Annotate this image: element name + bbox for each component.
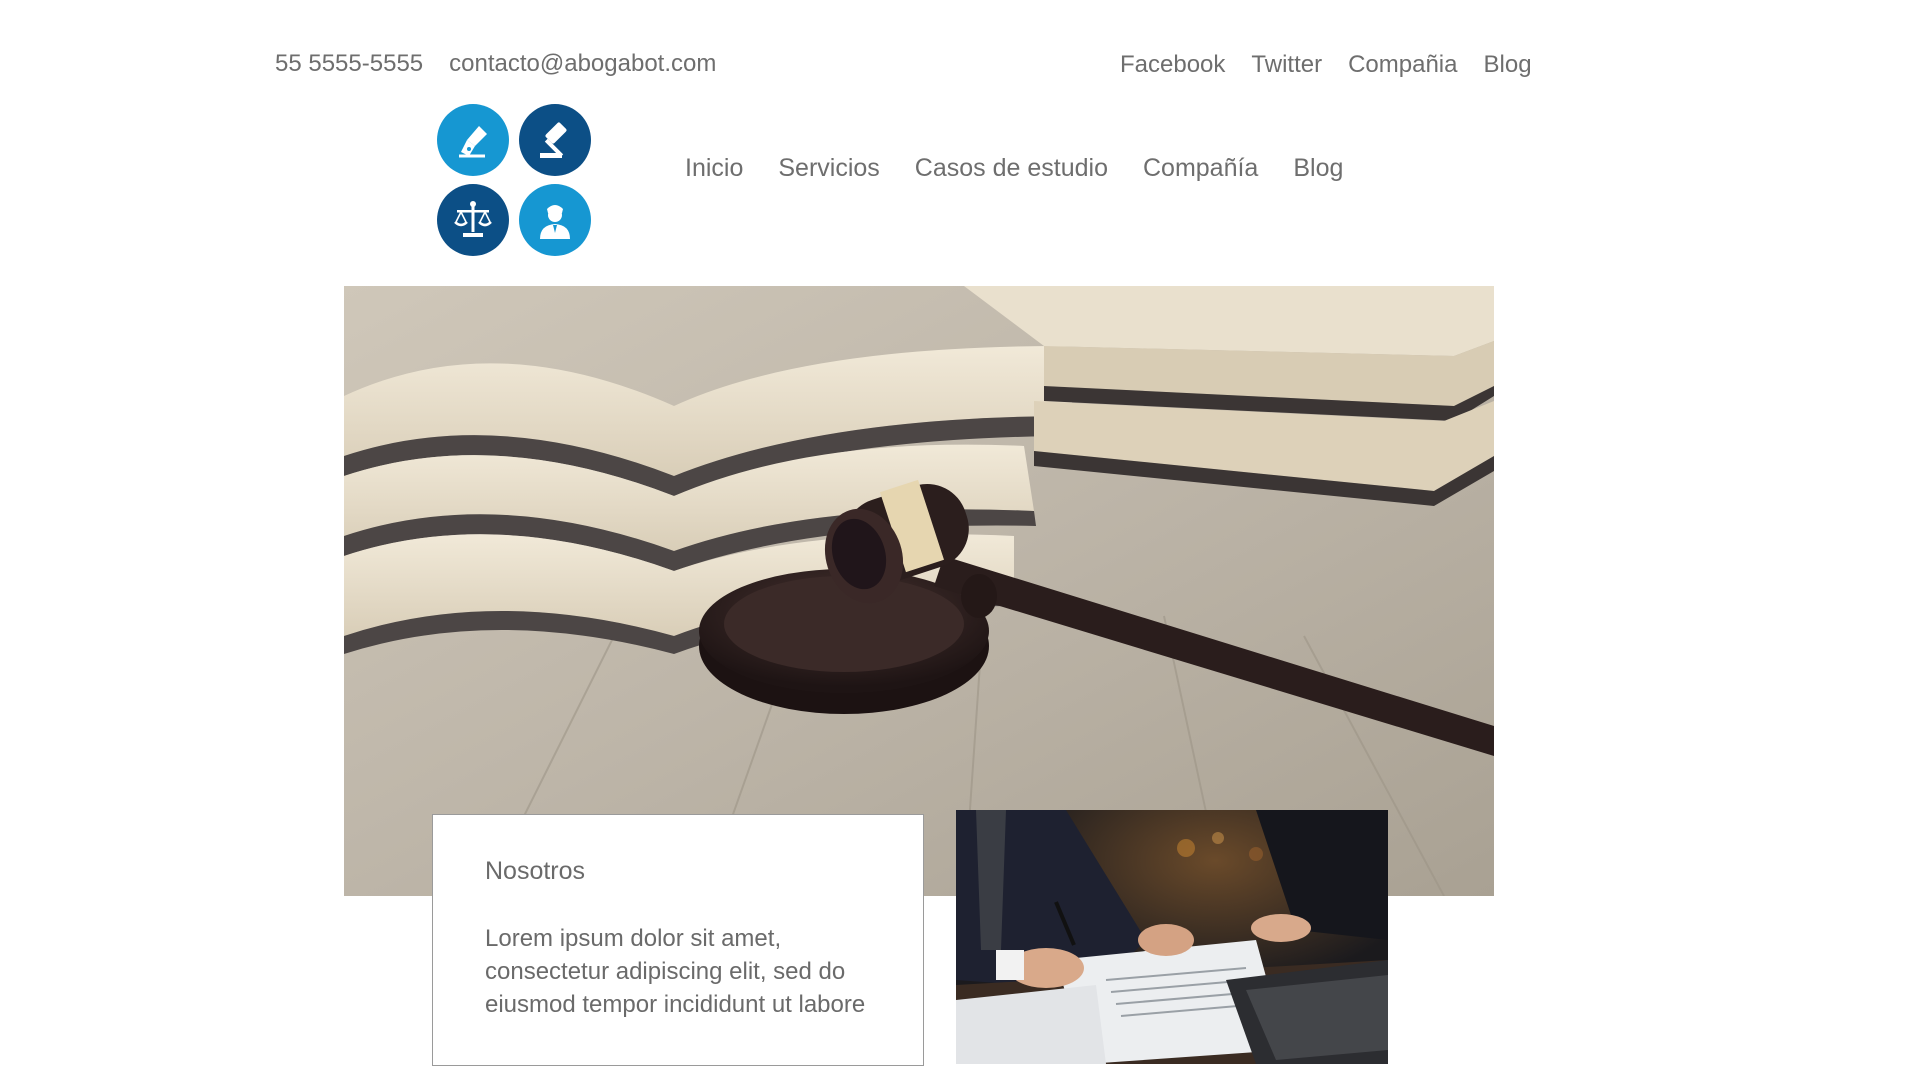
scales-icon [437, 184, 509, 256]
nav-item-blog[interactable]: Blog [1293, 154, 1343, 183]
contact-info: 55 5555-5555 contacto@abogabot.com [275, 50, 716, 78]
site-logo[interactable] [437, 104, 593, 260]
about-text: Lorem ipsum dolor sit amet, consectetur … [485, 925, 866, 1018]
nav-item-servicios[interactable]: Servicios [778, 154, 879, 183]
email-address[interactable]: contacto@abogabot.com [449, 50, 716, 78]
about-card: Nosotros Lorem ipsum dolor sit amet, con… [432, 814, 924, 1066]
main-nav: Inicio Servicios Casos de estudio Compañ… [685, 154, 1343, 183]
social-links: Facebook Twitter Compañia Blog [1120, 51, 1532, 79]
gavel-icon [519, 104, 591, 176]
nav-item-compania[interactable]: Compañía [1143, 154, 1258, 183]
about-title: Nosotros [485, 857, 586, 885]
phone-number[interactable]: 55 5555-5555 [275, 50, 423, 78]
top-link-blog[interactable]: Blog [1484, 51, 1532, 79]
nav-item-casos-de-estudio[interactable]: Casos de estudio [915, 154, 1108, 183]
social-link-facebook[interactable]: Facebook [1120, 51, 1225, 79]
top-link-compania[interactable]: Compañia [1348, 51, 1457, 79]
lawyer-icon [519, 184, 591, 256]
social-link-twitter[interactable]: Twitter [1251, 51, 1322, 79]
page: 55 5555-5555 contacto@abogabot.com Faceb… [0, 0, 1920, 1080]
hero-image [344, 286, 1494, 896]
nav-item-inicio[interactable]: Inicio [685, 154, 743, 183]
pen-nib-icon [437, 104, 509, 176]
side-photo [956, 810, 1388, 1064]
